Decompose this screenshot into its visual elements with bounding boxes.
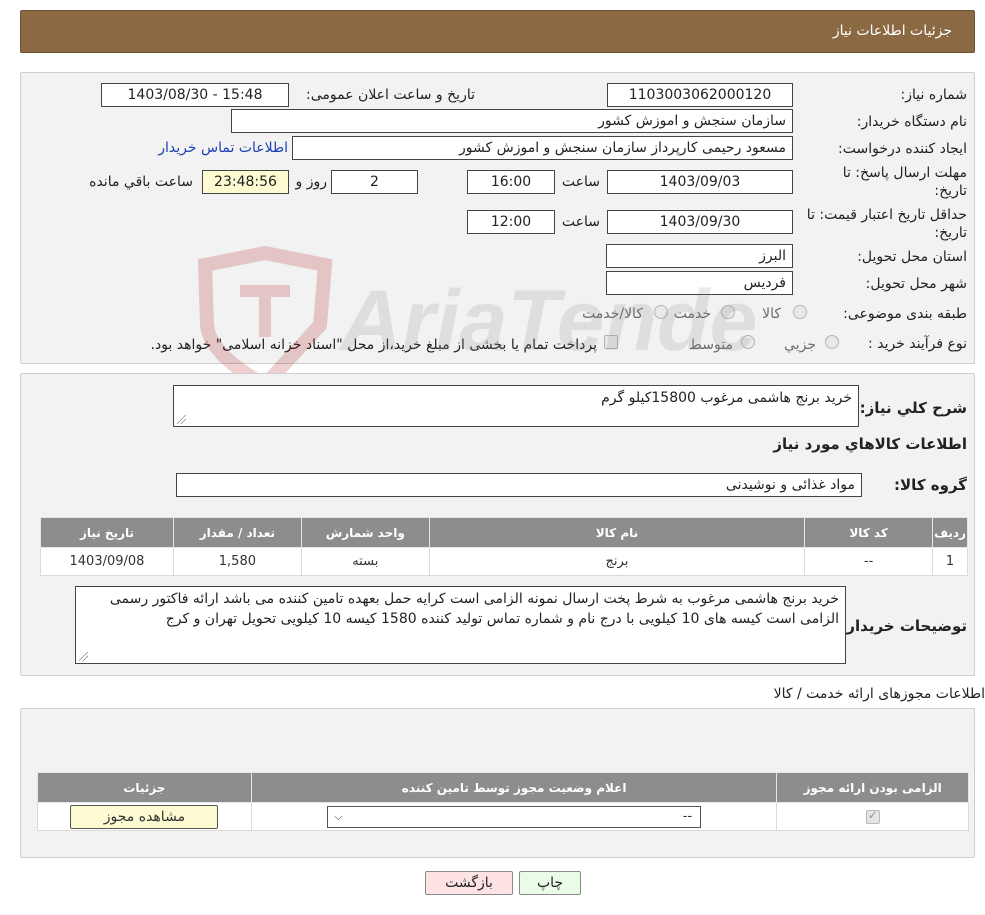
cell-code: -- bbox=[804, 547, 934, 576]
cell-unit: بسته bbox=[300, 547, 430, 576]
category-both-label: کالا/خدمت bbox=[582, 306, 643, 322]
col-unit: واحد شمارش bbox=[300, 517, 430, 548]
table-row: 1 -- برنج بسته 1,580 1403/09/08 bbox=[40, 547, 968, 576]
resize-handle[interactable] bbox=[177, 415, 186, 424]
need-number-field: 1103003062000120 bbox=[607, 83, 793, 107]
city-field: فردیس bbox=[606, 271, 793, 295]
col-details: جزئیات bbox=[37, 772, 252, 803]
buyer-org-label: نام دستگاه خریدار: bbox=[856, 114, 967, 130]
validity-label-date: تاریخ: bbox=[934, 225, 967, 241]
col-required: الزامی بودن ارائه مجوز bbox=[776, 772, 969, 803]
col-name: نام کالا bbox=[428, 517, 806, 548]
creator-field: مسعود رحیمی کارپرداز سازمان سنجش و اموزش… bbox=[292, 136, 793, 160]
remaining-time-field: 23:48:56 bbox=[202, 170, 289, 194]
back-button[interactable]: بازگشت bbox=[425, 871, 513, 895]
category-service-label: خدمت bbox=[673, 306, 711, 322]
col-date: تاریخ نیاز bbox=[40, 517, 174, 548]
description-field: خرید برنج هاشمی مرغوب 15800کیلو گرم bbox=[173, 385, 859, 427]
process-medium-label: متوسط bbox=[689, 337, 733, 353]
buyer-org-field: سازمان سنجش و اموزش کشور bbox=[231, 109, 793, 133]
cell-details: مشاهده مجوز bbox=[37, 802, 252, 831]
col-status: اعلام وضعیت مجوز توسط تامین کننده bbox=[250, 772, 778, 803]
goods-table: رديف کد کالا نام کالا واحد شمارش تعداد /… bbox=[40, 517, 968, 576]
goods-info-title: اطلاعات کالاهاي مورد نياز bbox=[773, 435, 967, 453]
page-title: جزئیات اطلاعات نیاز bbox=[832, 23, 952, 39]
category-label: طبقه بندی موضوعی: bbox=[843, 306, 967, 322]
view-license-button[interactable]: مشاهده مجوز bbox=[70, 804, 219, 829]
validity-label: حداقل تاریخ اعتبار قیمت: تا bbox=[806, 207, 967, 223]
validity-time-label: ساعت bbox=[561, 214, 600, 230]
goods-group-label: گروه کالا: bbox=[894, 476, 967, 494]
validity-date-field: 1403/09/30 bbox=[607, 210, 793, 234]
licenses-table: الزامی بودن ارائه مجوز اعلام وضعیت مجوز … bbox=[37, 772, 969, 831]
deadline-label-date: تاریخ: bbox=[934, 183, 967, 199]
col-code: کد کالا bbox=[804, 517, 934, 548]
deadline-label: مهلت ارسال پاسخ: تا bbox=[842, 165, 967, 181]
required-checkbox[interactable]: ✓ bbox=[865, 807, 880, 824]
remaining-label: ساعت باقي مانده bbox=[89, 174, 193, 190]
cell-name: برنج bbox=[428, 547, 806, 576]
category-both-radio[interactable] bbox=[654, 305, 668, 319]
validity-time-field: 12:00 bbox=[467, 210, 555, 234]
print-button[interactable]: چاپ bbox=[519, 871, 581, 895]
table-row: ✓ -- ⌵ مشاهده مجوز bbox=[37, 802, 969, 831]
process-small-label: جزيي bbox=[784, 337, 816, 353]
category-service-radio[interactable] bbox=[721, 305, 735, 319]
check-icon: ✓ bbox=[867, 807, 878, 822]
deadline-time-label: ساعت bbox=[561, 174, 600, 190]
cell-date: 1403/09/08 bbox=[40, 547, 174, 576]
days-label: روز و bbox=[295, 174, 328, 190]
process-small-radio[interactable] bbox=[825, 335, 839, 349]
announce-label: تاریخ و ساعت اعلان عمومی: bbox=[306, 87, 475, 103]
col-row: رديف bbox=[932, 517, 968, 548]
buyer-contact-link[interactable]: اطلاعات تماس خریدار bbox=[158, 140, 288, 156]
buyer-notes-field: خرید برنج هاشمی مرغوب به شرط پخت ارسال ن… bbox=[75, 586, 846, 664]
deadline-time-field: 16:00 bbox=[467, 170, 555, 194]
treasury-note: پرداخت تمام یا بخشی از مبلغ خرید،از محل … bbox=[150, 337, 597, 353]
province-field: البرز bbox=[606, 244, 793, 268]
license-status-select[interactable]: -- ⌵ bbox=[327, 805, 702, 828]
cell-row: 1 bbox=[932, 547, 968, 576]
process-label: نوع فرآیند خرید : bbox=[868, 336, 967, 352]
province-label: استان محل تحویل: bbox=[857, 249, 967, 265]
remaining-days-field: 2 bbox=[331, 170, 418, 194]
deadline-date-field: 1403/09/03 bbox=[607, 170, 793, 194]
city-label: شهر محل تحویل: bbox=[865, 276, 967, 292]
chevron-down-icon: ⌵ bbox=[334, 809, 343, 823]
cell-qty: 1,580 bbox=[172, 547, 302, 576]
category-goods-label: کالا bbox=[762, 306, 781, 322]
resize-handle[interactable] bbox=[79, 652, 88, 661]
process-medium-radio[interactable] bbox=[741, 335, 755, 349]
need-number-label: شماره نیاز: bbox=[900, 87, 968, 103]
licenses-title: اطلاعات مجوزهای ارائه خدمت / کالا bbox=[773, 686, 985, 702]
page-header: جزئیات اطلاعات نیاز bbox=[20, 10, 975, 53]
treasury-checkbox[interactable] bbox=[604, 335, 618, 349]
category-goods-radio[interactable] bbox=[793, 305, 807, 319]
licenses-table-header: الزامی بودن ارائه مجوز اعلام وضعیت مجوز … bbox=[37, 772, 969, 803]
cell-required: ✓ bbox=[776, 802, 969, 831]
announce-field: 1403/08/30 - 15:48 bbox=[101, 83, 289, 107]
description-label: شرح کلي نياز: bbox=[859, 399, 967, 417]
cell-status: -- ⌵ bbox=[250, 802, 778, 831]
goods-table-header: رديف کد کالا نام کالا واحد شمارش تعداد /… bbox=[40, 517, 968, 548]
creator-label: ایجاد کننده درخواست: bbox=[838, 141, 967, 157]
goods-group-field: مواد غذائی و نوشیدنی bbox=[176, 473, 862, 497]
col-qty: تعداد / مقدار bbox=[172, 517, 302, 548]
buyer-notes-label: توضیحات خریدار: bbox=[840, 617, 967, 635]
